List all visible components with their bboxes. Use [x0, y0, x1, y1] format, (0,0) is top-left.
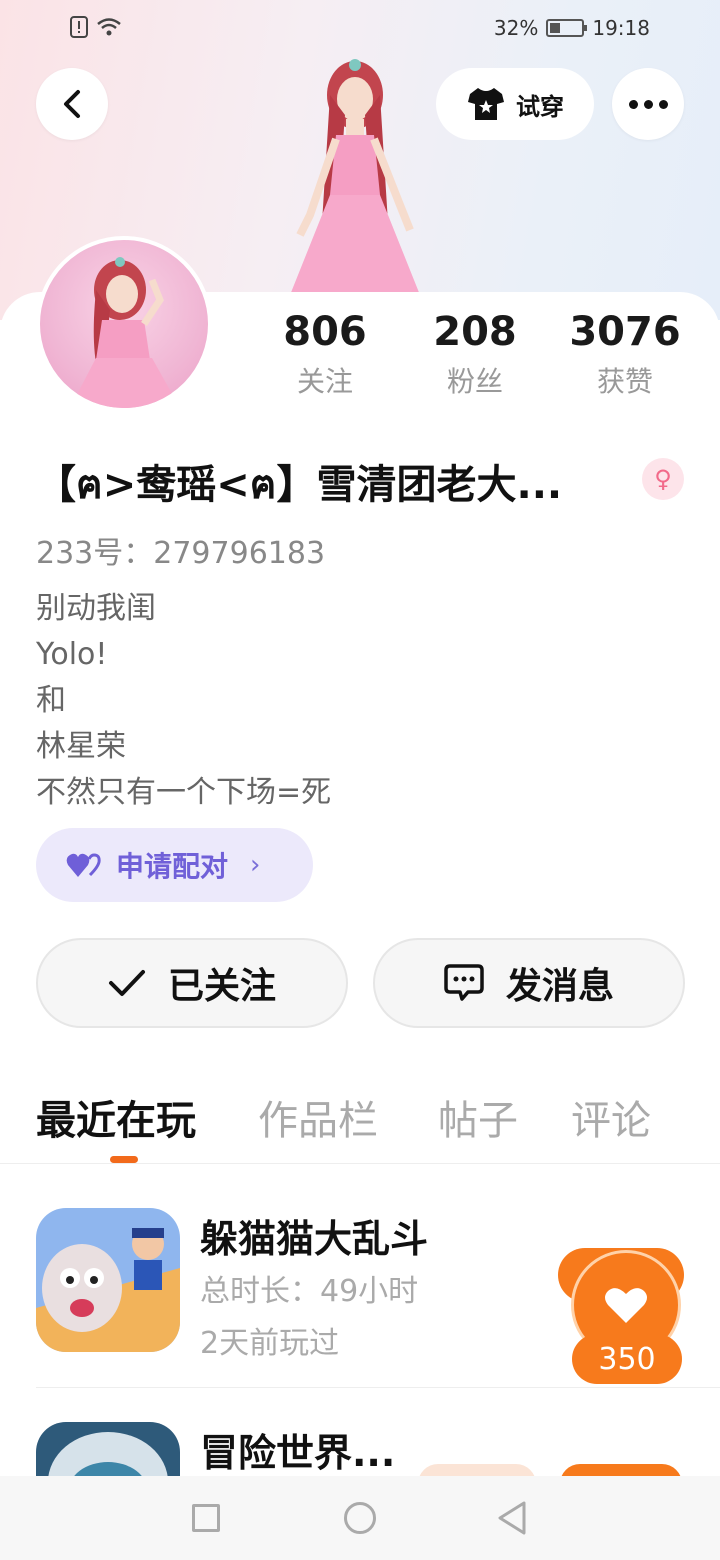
pair-label: 申请配对 — [116, 850, 229, 883]
stat-value: 806 — [283, 309, 367, 355]
username: 【ฅ>鸯瑶<ฅ】雪清团老大... — [36, 462, 563, 508]
game-icon-art — [36, 1422, 180, 1476]
battery-icon — [546, 19, 588, 37]
game-last-played: 2天前玩过 — [200, 1326, 340, 1361]
back-arrow-icon — [64, 90, 80, 118]
like-badge[interactable]: 350 — [558, 1248, 686, 1388]
followed-label: 已关注 — [167, 966, 276, 1007]
clock: 19:18 — [592, 16, 650, 40]
profile-tabs: 最近在玩 作品栏 帖子 评论 — [36, 1088, 684, 1148]
more-dot-icon — [658, 99, 668, 109]
stat-value: 208 — [433, 309, 517, 355]
bio-line: 别动我闺 — [36, 591, 156, 626]
chat-bubble-icon — [444, 964, 484, 1001]
stat-label: 获赞 — [596, 365, 653, 398]
game-list-item[interactable]: 冒险世界... — [36, 1422, 720, 1476]
checkmark-icon — [108, 970, 145, 996]
divider — [36, 1387, 720, 1388]
stat-label: 粉丝 — [446, 365, 503, 398]
bio: 别动我闺 Yolo! 和 林星荣 不然只有一个下场=死 — [36, 586, 331, 816]
active-tab-indicator — [110, 1156, 138, 1163]
try-on-button[interactable]: 试穿 — [436, 68, 594, 140]
female-gender-icon: ♀ — [642, 458, 684, 500]
back-button[interactable] — [36, 68, 108, 140]
request-pair-button[interactable]: 申请配对 › — [36, 828, 313, 902]
tab-works[interactable]: 作品栏 — [258, 1088, 378, 1146]
stat-likes[interactable]: 3076 获赞 — [555, 306, 695, 400]
game-title: 躲猫猫大乱斗 — [200, 1217, 429, 1261]
bio-line: 和 — [36, 683, 66, 718]
avatar-image — [70, 257, 180, 408]
try-on-label: 试穿 — [516, 92, 564, 121]
send-message-label: 发消息 — [505, 966, 614, 1007]
status-icons-left — [70, 16, 122, 38]
wifi-icon — [97, 18, 121, 36]
like-count: 350 — [572, 1334, 682, 1384]
heart-icon — [605, 1288, 647, 1323]
bio-line: Yolo! — [36, 637, 108, 672]
recents-button[interactable] — [192, 1504, 220, 1532]
home-button[interactable] — [344, 1502, 376, 1534]
user-id: 233号：279796183 — [36, 536, 326, 571]
stats-row: 806 关注 208 粉丝 3076 获赞 — [250, 306, 700, 400]
tab-posts[interactable]: 帖子 — [438, 1088, 518, 1146]
tab-comments[interactable]: 评论 — [571, 1088, 651, 1146]
send-message-button[interactable]: 发消息 — [373, 938, 685, 1028]
avatar[interactable] — [36, 236, 212, 412]
game-icon — [36, 1208, 180, 1352]
stat-value: 3076 — [569, 309, 681, 355]
stat-following[interactable]: 806 关注 — [255, 306, 395, 400]
like-badge-background — [560, 1464, 682, 1476]
chevron-right-icon: › — [250, 850, 261, 880]
battery-percent: 32% — [493, 16, 539, 40]
bio-line: 林星荣 — [36, 729, 126, 764]
game-playtime: 总时长：49小时 — [200, 1274, 419, 1309]
double-heart-icon — [66, 853, 101, 877]
game-icon — [36, 1422, 180, 1476]
more-options-button[interactable] — [612, 68, 684, 140]
character-figure — [290, 59, 420, 295]
outfit-icon — [468, 88, 504, 120]
more-dot-icon — [643, 99, 653, 109]
divider — [0, 1163, 720, 1164]
tab-recently-played[interactable]: 最近在玩 — [36, 1088, 196, 1146]
followed-button[interactable]: 已关注 — [36, 938, 348, 1028]
stat-label: 关注 — [296, 365, 353, 398]
game-title: 冒险世界... — [200, 1431, 396, 1475]
sim-alert-icon — [70, 16, 88, 38]
back-triangle-icon[interactable] — [496, 1500, 528, 1536]
game-icon-art — [36, 1208, 180, 1352]
status-bar: 32% 19:18 — [0, 0, 720, 56]
row-pill — [418, 1464, 536, 1476]
bio-line: 不然只有一个下场=死 — [36, 775, 332, 810]
stat-fans[interactable]: 208 粉丝 — [405, 306, 545, 400]
status-icons-right: 32% 19:18 — [494, 16, 650, 40]
more-dot-icon — [628, 99, 638, 109]
